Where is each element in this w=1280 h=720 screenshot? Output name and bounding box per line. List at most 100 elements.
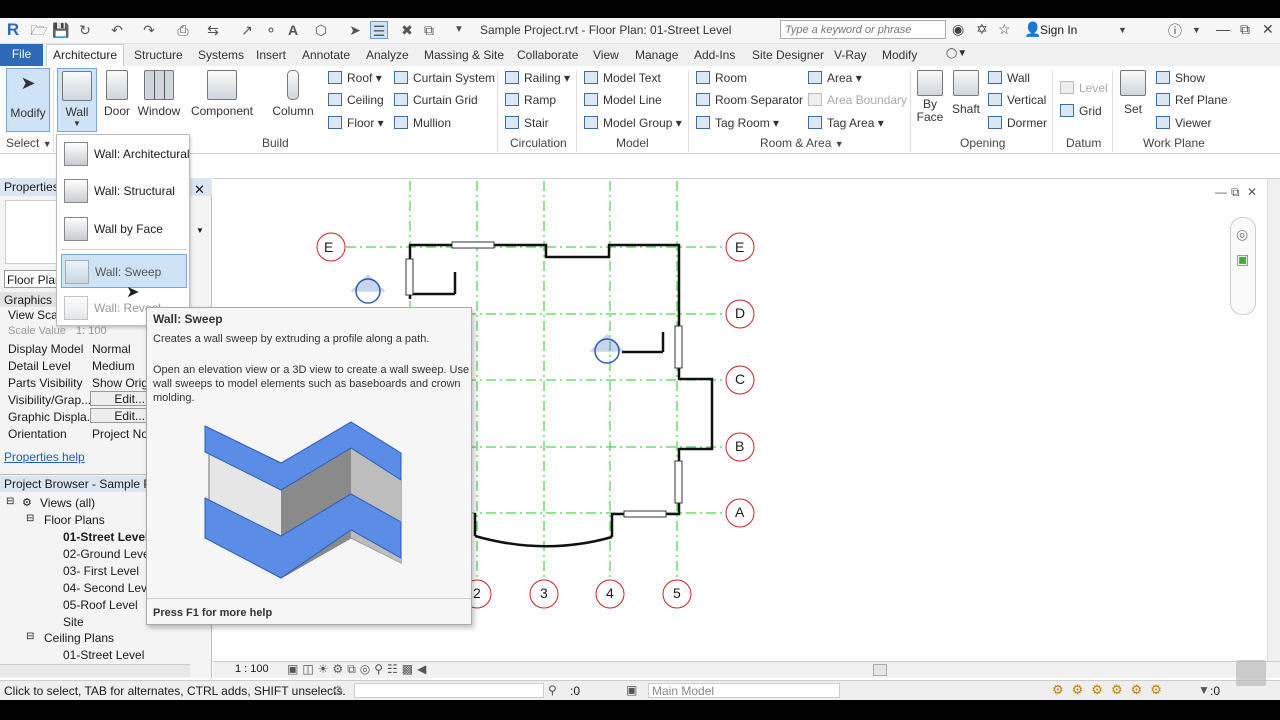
curtain-system-button[interactable]: Curtain System [394,71,495,85]
qat-dropdown-icon[interactable]: ▼ [450,21,468,39]
show-button[interactable]: Show [1156,71,1205,85]
shaft-button[interactable]: Shaft [950,70,982,116]
stair-button[interactable]: Stair [505,116,549,130]
horizontal-scrollbar[interactable] [0,664,190,677]
tree-item[interactable]: 03- First Level [63,564,139,578]
print-icon[interactable]: ⎙ [174,21,192,39]
save-icon[interactable]: 💾 [52,21,70,39]
menu-item-wall-sweep[interactable]: Wall: Sweep [61,254,187,288]
menu-item-wall-architectural[interactable]: Wall: Architectural [61,137,190,171]
favorites-star-icon[interactable]: ☆ [998,21,1011,38]
display-model-value[interactable]: Normal [92,342,131,356]
room-button[interactable]: Room [696,71,747,85]
tab-systems[interactable]: Systems [198,46,244,66]
view-scale[interactable]: 1 : 100 [235,663,269,675]
select-group[interactable]: Select ▼ [6,136,52,150]
tab-collaborate[interactable]: Collaborate [517,46,578,66]
room-area-group-label[interactable]: Room & Area ▼ [760,136,844,150]
door-button[interactable]: Door [100,70,134,118]
wall-opening-button[interactable]: Wall [988,71,1030,85]
tab-manage[interactable]: Manage [635,46,678,66]
tree-item[interactable]: 02-Ground Level [63,547,152,561]
tab-view[interactable]: View [593,46,619,66]
redo-icon[interactable]: ↷ [140,21,158,39]
user-icon[interactable]: 👤 [1024,21,1041,38]
column-button[interactable]: Column [270,70,316,118]
text-icon[interactable]: A [284,21,302,39]
navigation-bar[interactable]: ◎ ▣ [1230,217,1256,315]
close-hidden-icon[interactable]: ✖ [398,21,416,39]
revit-logo-icon[interactable]: R [4,21,22,39]
tab-vray[interactable]: V-Ray [834,46,867,66]
dormer-button[interactable]: Dormer [988,116,1047,130]
tab-file[interactable]: File [0,44,43,66]
parts-visibility-value[interactable]: Show Orig [92,376,148,390]
binoculars-icon[interactable]: ◉ [952,21,964,38]
tab-massing-site[interactable]: Massing & Site [424,46,504,66]
dimension-icon[interactable]: ↗ [238,21,256,39]
restore-icon[interactable]: ⧉ [1240,21,1250,38]
view-controls-icons[interactable]: ▣◫☀⚙⧉◎⚲☷▩◀ [287,662,430,677]
curtain-grid-button[interactable]: Curtain Grid [394,93,478,107]
ceiling-button[interactable]: Ceiling [328,93,384,107]
3d-view-icon[interactable]: ⬡ [312,21,330,39]
help-dropdown-icon[interactable]: ▼ [1192,25,1201,35]
modify-button[interactable]: ➤ Modify [6,68,50,132]
ribbon-minimize-icon[interactable]: ◯▼ [946,46,967,66]
open-icon[interactable]: 🗁 [30,21,48,39]
room-separator-button[interactable]: Room Separator [696,93,803,107]
menu-item-wall-structural[interactable]: Wall: Structural [61,174,187,208]
subscription-icon[interactable]: ✡ [976,21,988,38]
collapse-icon[interactable]: ⊟ [6,496,14,507]
minimize-icon[interactable]: — [1216,21,1230,37]
design-option-selector[interactable]: Main Model [648,683,840,698]
window-button[interactable]: Window [137,70,181,118]
component-button[interactable]: Component [190,70,254,118]
undo-icon[interactable]: ↶ [108,21,126,39]
tab-add-ins[interactable]: Add-Ins [694,46,735,66]
vertical-opening-button[interactable]: Vertical [988,93,1046,107]
type-dropdown-icon[interactable]: ▼ [196,226,204,235]
view-restore-icon[interactable]: ⧉ [1231,185,1240,200]
filter-icon[interactable]: ▼ [1198,683,1210,697]
wall-button[interactable]: Wall ▼ [57,68,97,132]
tree-item[interactable]: 01-Street Level [63,648,144,662]
tree-item[interactable]: Ceiling Plans [44,631,114,645]
workset-selector[interactable] [354,683,544,698]
tag-room-button[interactable]: Tag Room ▾ [696,116,779,130]
detail-level-value[interactable]: Medium [92,359,135,373]
menu-item-wall-by-face[interactable]: Wall by Face [61,212,187,246]
close-properties-icon[interactable]: ✕ [194,182,205,198]
worksets-icon[interactable]: ⚙ [332,683,344,699]
railing-button[interactable]: Railing ▾ [505,71,570,85]
tab-structure[interactable]: Structure [134,46,183,66]
collapse-icon[interactable]: ⊟ [26,631,34,642]
orientation-value[interactable]: Project No [92,427,148,441]
area-button[interactable]: Area ▾ [808,71,862,85]
set-button[interactable]: Set [1118,70,1148,116]
tab-analyze[interactable]: Analyze [366,46,409,66]
editing-requests-icon[interactable]: ⚲ [548,683,557,697]
tab-site-designer[interactable]: Site Designer [752,46,824,66]
tab-insert[interactable]: Insert [256,46,286,66]
thin-lines-icon[interactable]: ☰ [370,21,388,39]
area-boundary-button[interactable]: Area Boundary [808,93,907,107]
search-input[interactable] [780,20,946,39]
tree-item[interactable]: Floor Plans [44,513,105,527]
tree-item-active[interactable]: 01-Street Level [63,530,148,544]
collapse-icon[interactable]: ⊟ [26,513,34,524]
floor-button[interactable]: Floor ▾ [328,116,384,130]
mullion-button[interactable]: Mullion [394,116,451,130]
tag-icon[interactable]: ⚬ [262,21,280,39]
sync-icon[interactable]: ↻ [76,21,94,39]
switch-windows-icon[interactable]: ⧉ [420,21,438,39]
ref-plane-button[interactable]: Ref Plane [1156,93,1228,107]
sign-in-link[interactable]: Sign In [1040,23,1077,37]
tab-annotate[interactable]: Annotate [302,46,350,66]
tab-architecture[interactable]: Architecture [46,44,124,67]
tab-modify[interactable]: Modify [882,46,917,66]
viewer-button[interactable]: Viewer [1156,116,1211,130]
tree-item[interactable]: 04- Second Level [63,581,156,595]
visibility-edit-button[interactable]: Edit... [90,391,148,406]
level-button[interactable]: Level [1060,81,1108,95]
